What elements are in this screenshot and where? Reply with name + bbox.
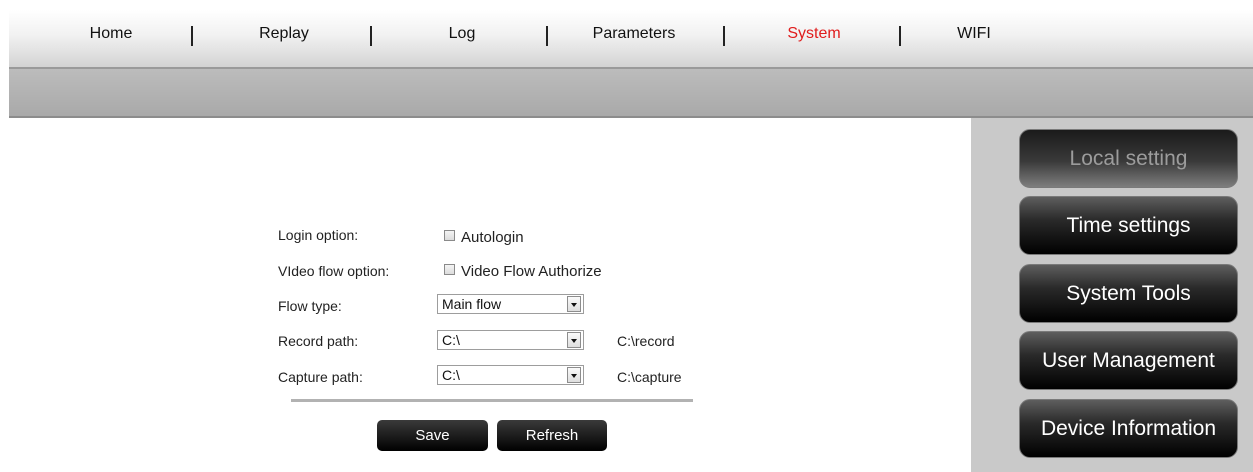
flow-type-value: Main flow <box>442 296 502 312</box>
nav-parameters[interactable]: Parameters <box>574 10 694 67</box>
record-path-value: C:\ <box>442 332 460 348</box>
sidebar-item-time-settings[interactable]: Time settings <box>1019 196 1238 255</box>
nav-separator <box>899 26 901 46</box>
capture-path-label: Capture path: <box>278 369 363 385</box>
flow-type-label: Flow type: <box>278 298 342 314</box>
sidebar-item-user-management[interactable]: User Management <box>1019 331 1238 390</box>
nav-separator <box>546 26 548 46</box>
capture-path-value: C:\ <box>442 367 460 383</box>
capture-path-select[interactable]: C:\ <box>437 365 584 385</box>
nav-system[interactable]: System <box>769 10 859 67</box>
refresh-button[interactable]: Refresh <box>497 420 607 451</box>
autologin-label: Autologin <box>461 229 524 246</box>
nav-separator <box>370 26 372 46</box>
video-flow-option-label: VIdeo flow option: <box>278 263 390 279</box>
record-path-select[interactable]: C:\ <box>437 330 584 350</box>
dropdown-arrow-icon[interactable] <box>567 332 581 348</box>
record-path-label: Record path: <box>278 333 359 349</box>
sub-header-bar <box>9 69 1253 118</box>
flow-type-select[interactable]: Main flow <box>437 294 584 314</box>
sidebar-item-device-information[interactable]: Device Information <box>1019 399 1238 458</box>
login-option-label: Login option: <box>278 227 359 243</box>
dropdown-arrow-icon[interactable] <box>567 367 581 383</box>
capture-path-display: C:\capture <box>617 369 682 385</box>
video-flow-authorize-checkbox[interactable] <box>444 264 455 275</box>
autologin-checkbox[interactable] <box>444 230 455 241</box>
nav-separator <box>723 26 725 46</box>
settings-side-panel: Local setting Time settings System Tools… <box>971 118 1253 472</box>
top-nav-bar: Home Replay Log Parameters System WIFI <box>9 10 1253 69</box>
nav-separator <box>191 26 193 46</box>
record-path-display: C:\record <box>617 333 675 349</box>
nav-wifi[interactable]: WIFI <box>944 10 1004 67</box>
nav-home[interactable]: Home <box>71 10 151 67</box>
video-flow-authorize-label: Video Flow Authorize <box>461 263 602 280</box>
sidebar-item-system-tools[interactable]: System Tools <box>1019 264 1238 323</box>
form-divider <box>291 399 693 402</box>
nav-replay[interactable]: Replay <box>244 10 324 67</box>
sidebar-item-local-setting[interactable]: Local setting <box>1019 129 1238 188</box>
save-button[interactable]: Save <box>377 420 488 451</box>
dropdown-arrow-icon[interactable] <box>567 296 581 312</box>
nav-log[interactable]: Log <box>432 10 492 67</box>
